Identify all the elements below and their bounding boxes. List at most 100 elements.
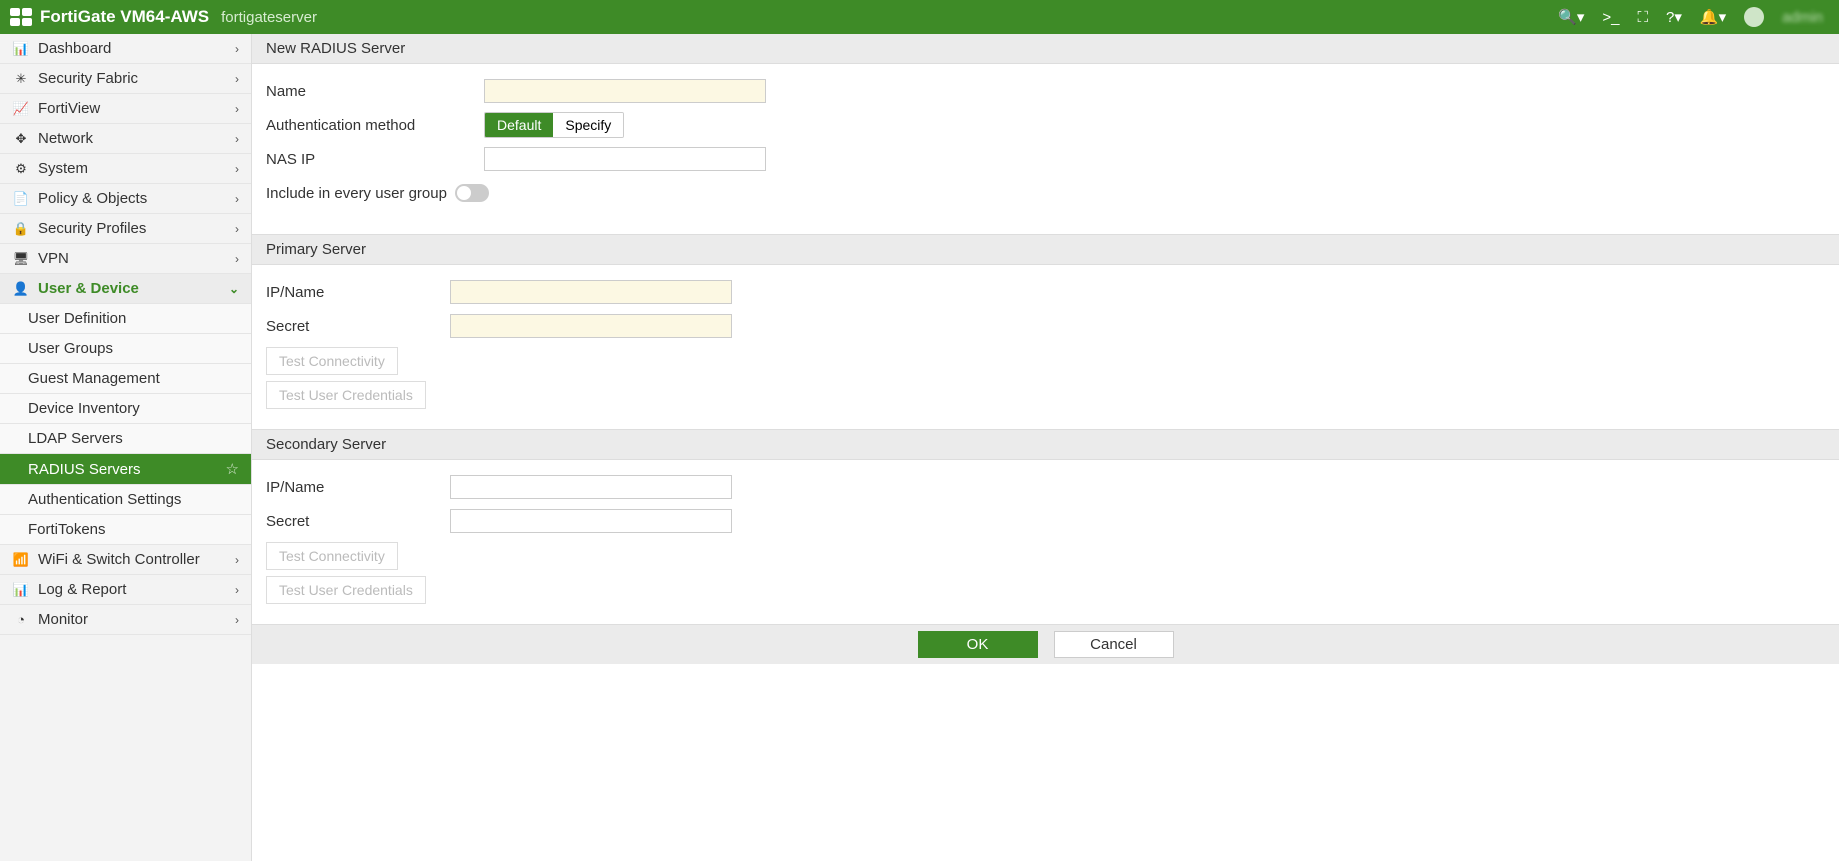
secondary-test-credentials-button[interactable]: Test User Credentials bbox=[266, 576, 426, 604]
chevron-right-icon: › bbox=[235, 252, 239, 266]
user-name[interactable]: admin bbox=[1782, 9, 1823, 26]
chevron-right-icon: › bbox=[235, 42, 239, 56]
nav-icon: 📶 bbox=[12, 552, 30, 568]
sidebar-sub-item[interactable]: LDAP Servers bbox=[0, 424, 251, 454]
sidebar-item[interactable]: ✥Network› bbox=[0, 124, 251, 154]
sidebar-item-label: Authentication Settings bbox=[28, 491, 181, 508]
sidebar-sub-item[interactable]: Device Inventory bbox=[0, 394, 251, 424]
secondary-ip-input[interactable] bbox=[450, 475, 732, 499]
sidebar-item-label: Guest Management bbox=[28, 370, 160, 387]
sidebar-item[interactable]: 📊 Dashboard › bbox=[0, 34, 251, 64]
sidebar-sub-item[interactable]: Guest Management bbox=[0, 364, 251, 394]
nav-icon: 📊 bbox=[12, 582, 30, 598]
sidebar: 📊 Dashboard › ✳ Security Fabric › 📈 FortiView › ✥… bbox=[0, 34, 252, 861]
sidebar-sub-item[interactable]: User Groups bbox=[0, 334, 251, 364]
label-secondary-secret: Secret bbox=[266, 513, 450, 530]
sidebar-item[interactable]: 📊 Log & Report › bbox=[0, 575, 251, 605]
nas-ip-input[interactable] bbox=[484, 147, 766, 171]
sidebar-item-label: System bbox=[38, 160, 88, 177]
sidebar-item-label: Log & Report bbox=[38, 581, 126, 598]
action-bar: OK Cancel bbox=[252, 624, 1839, 664]
form-secondary: IP/Name Secret Test Connectivity Test Us… bbox=[252, 460, 1839, 624]
label-include-every: Include in every user group bbox=[266, 185, 447, 202]
notifications-icon[interactable]: 🔔▾ bbox=[1700, 8, 1726, 26]
nav-icon: 🔒 bbox=[12, 221, 30, 237]
sidebar-item-label: Network bbox=[38, 130, 93, 147]
chevron-right-icon: › bbox=[235, 583, 239, 597]
primary-secret-input[interactable] bbox=[450, 314, 732, 338]
sidebar-item-label: Policy & Objects bbox=[38, 190, 147, 207]
sidebar-sub-item[interactable]: RADIUS Servers ☆ bbox=[0, 454, 251, 485]
sidebar-item-label: User Definition bbox=[28, 310, 126, 327]
app-header: FortiGate VM64-AWS fortigateserver 🔍▾ >_… bbox=[0, 0, 1839, 34]
label-auth-method: Authentication method bbox=[266, 117, 484, 134]
nav-icon: ✳ bbox=[12, 71, 30, 87]
sidebar-item-label: RADIUS Servers bbox=[28, 461, 141, 478]
nav-icon: 🖥 bbox=[12, 251, 30, 267]
sidebar-item-label: WiFi & Switch Controller bbox=[38, 551, 200, 568]
nav-icon: ◔ bbox=[12, 612, 30, 627]
chevron-down-icon: ⌄ bbox=[229, 282, 239, 296]
sidebar-item-label: User Groups bbox=[28, 340, 113, 357]
primary-test-credentials-button[interactable]: Test User Credentials bbox=[266, 381, 426, 409]
primary-server-title: Primary Server bbox=[252, 234, 1839, 265]
user-icon: 👤 bbox=[12, 281, 30, 297]
auth-method-default-button[interactable]: Default bbox=[485, 113, 553, 137]
chevron-right-icon: › bbox=[235, 72, 239, 86]
primary-ip-input[interactable] bbox=[450, 280, 732, 304]
sidebar-item[interactable]: ⚙System› bbox=[0, 154, 251, 184]
sidebar-item-label: Security Fabric bbox=[38, 70, 138, 87]
form-primary: IP/Name Secret Test Connectivity Test Us… bbox=[252, 265, 1839, 429]
cli-icon[interactable]: >_ bbox=[1602, 9, 1619, 26]
sidebar-item-label: Dashboard bbox=[38, 40, 111, 57]
sidebar-item[interactable]: 📶 WiFi & Switch Controller › bbox=[0, 545, 251, 575]
host-name: fortigateserver bbox=[221, 9, 317, 26]
sidebar-sub-item[interactable]: Authentication Settings bbox=[0, 485, 251, 515]
nav-icon: 📈 bbox=[12, 101, 30, 117]
chevron-right-icon: › bbox=[235, 613, 239, 627]
auth-method-segment: Default Specify bbox=[484, 112, 624, 138]
primary-test-connectivity-button[interactable]: Test Connectivity bbox=[266, 347, 398, 375]
cancel-button[interactable]: Cancel bbox=[1054, 631, 1174, 658]
auth-method-specify-button[interactable]: Specify bbox=[553, 113, 623, 137]
sidebar-item-label: FortiView bbox=[38, 100, 100, 117]
page-title: New RADIUS Server bbox=[252, 34, 1839, 64]
fullscreen-icon[interactable]: ⛶ bbox=[1638, 9, 1649, 26]
sidebar-sub-item[interactable]: User Definition bbox=[0, 304, 251, 334]
sidebar-item-user-device[interactable]: 👤 User & Device ⌄ bbox=[0, 274, 251, 304]
sidebar-item[interactable]: 📈 FortiView › bbox=[0, 94, 251, 124]
sidebar-item-label: User & Device bbox=[38, 280, 139, 297]
sidebar-item-label: Monitor bbox=[38, 611, 88, 628]
help-icon[interactable]: ?▾ bbox=[1666, 8, 1682, 26]
label-secondary-ip: IP/Name bbox=[266, 479, 450, 496]
brand-name: FortiGate VM64-AWS bbox=[40, 7, 209, 27]
nav-icon: 📊 bbox=[12, 41, 30, 57]
chevron-right-icon: › bbox=[235, 192, 239, 206]
chevron-right-icon: › bbox=[235, 553, 239, 567]
secondary-test-connectivity-button[interactable]: Test Connectivity bbox=[266, 542, 398, 570]
nav-icon: ✥ bbox=[12, 131, 30, 147]
nav-icon: ⚙ bbox=[12, 161, 30, 177]
avatar[interactable] bbox=[1744, 7, 1764, 27]
sidebar-item-label: Security Profiles bbox=[38, 220, 146, 237]
sidebar-item[interactable]: 📄 Policy & Objects › bbox=[0, 184, 251, 214]
sidebar-item-label: LDAP Servers bbox=[28, 430, 123, 447]
include-every-toggle[interactable] bbox=[455, 184, 489, 202]
search-icon[interactable]: 🔍▾ bbox=[1558, 8, 1584, 26]
header-tools: 🔍▾ >_ ⛶ ?▾ 🔔▾ admin bbox=[1558, 7, 1829, 27]
chevron-right-icon: › bbox=[235, 102, 239, 116]
sidebar-item[interactable]: 🔒 Security Profiles › bbox=[0, 214, 251, 244]
sidebar-sub-item[interactable]: FortiTokens bbox=[0, 515, 251, 545]
chevron-right-icon: › bbox=[235, 222, 239, 236]
sidebar-item[interactable]: 🖥VPN› bbox=[0, 244, 251, 274]
secondary-secret-input[interactable] bbox=[450, 509, 732, 533]
sidebar-item[interactable]: ◔ Monitor › bbox=[0, 605, 251, 635]
sidebar-item[interactable]: ✳ Security Fabric › bbox=[0, 64, 251, 94]
nav-icon: 📄 bbox=[12, 191, 30, 207]
label-nas-ip: NAS IP bbox=[266, 151, 484, 168]
ok-button[interactable]: OK bbox=[918, 631, 1038, 658]
form-general: Name Authentication method Default Speci… bbox=[252, 64, 1839, 234]
name-input[interactable] bbox=[484, 79, 766, 103]
star-icon[interactable]: ☆ bbox=[226, 460, 239, 478]
label-primary-secret: Secret bbox=[266, 318, 450, 335]
